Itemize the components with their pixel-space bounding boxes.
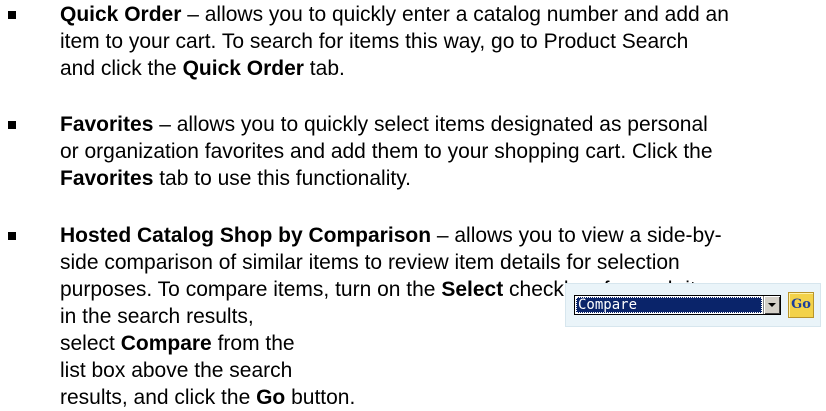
- text-run: – allows you to view a side-by-: [431, 224, 722, 247]
- bold-term: Compare: [120, 332, 212, 355]
- bold-term: Favorites: [60, 113, 154, 136]
- text-run: in the search results,: [60, 305, 254, 328]
- text-run: button.: [285, 386, 356, 409]
- compare-control-screenshot: Compare Go: [565, 283, 821, 327]
- text-line: select Compare from the: [60, 330, 820, 357]
- bold-term: Hosted Catalog Shop by Comparison: [60, 224, 432, 247]
- text-run: – allows you to quickly enter a catalog …: [181, 3, 729, 26]
- text-line: Hosted Catalog Shop by Comparison – allo…: [60, 222, 820, 249]
- text-run: results, and click the: [60, 386, 257, 409]
- text-run: tab.: [303, 57, 345, 80]
- text-run: select: [60, 332, 121, 355]
- text-line: list box above the search: [60, 357, 820, 384]
- text-line: results, and click the Go button.: [60, 384, 820, 411]
- compare-select-value: Compare: [576, 297, 762, 313]
- quick-order-description: Quick Order – allows you to quickly ente…: [60, 1, 820, 82]
- text-run: purposes. To compare items, turn on the: [60, 278, 442, 301]
- bullet-marker: [8, 121, 16, 129]
- text-line: or organization favorites and add them t…: [60, 138, 820, 165]
- compare-select[interactable]: Compare: [574, 295, 781, 315]
- bold-term: Favorites: [60, 167, 154, 190]
- text-line: Favorites – allows you to quickly select…: [60, 111, 820, 138]
- bold-term: Select: [441, 278, 504, 301]
- text-run: or organization favorites and add them t…: [60, 140, 713, 163]
- text-run: tab to use this functionality.: [153, 167, 411, 190]
- bold-term: Go: [256, 386, 286, 409]
- favorites-description: Favorites – allows you to quickly select…: [60, 111, 820, 192]
- go-button[interactable]: Go: [788, 292, 814, 318]
- bold-term: Quick Order: [182, 57, 304, 80]
- text-line: side comparison of similar items to revi…: [60, 249, 820, 276]
- bullet-marker: [8, 11, 16, 19]
- text-run: – allows you to quickly select items des…: [153, 113, 708, 136]
- chevron-down-icon[interactable]: [763, 296, 780, 314]
- text-run: list box above the search: [60, 359, 293, 382]
- text-line: Quick Order – allows you to quickly ente…: [60, 1, 820, 28]
- text-run: and click the: [60, 57, 183, 80]
- bullet-marker: [8, 232, 16, 240]
- text-run: side comparison of similar items to revi…: [60, 251, 680, 274]
- text-line: and click the Quick Order tab.: [60, 55, 820, 82]
- bold-term: Quick Order: [60, 3, 182, 26]
- text-line: Favorites tab to use this functionality.: [60, 165, 820, 192]
- text-line: item to your cart. To search for items t…: [60, 28, 820, 55]
- text-run: from the: [211, 332, 295, 355]
- text-run: item to your cart. To search for items t…: [60, 30, 689, 53]
